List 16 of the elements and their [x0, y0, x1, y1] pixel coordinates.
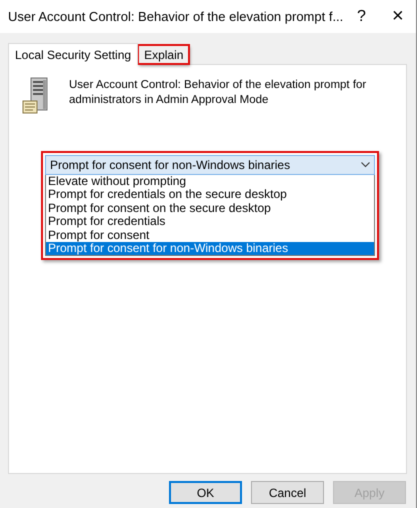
window-title: User Account Control: Behavior of the elevation prompt f... — [8, 9, 344, 24]
close-button[interactable]: × — [380, 5, 416, 28]
dropdown-option[interactable]: Prompt for consent for non-Windows binaries — [46, 242, 374, 256]
dropdown-option[interactable]: Prompt for consent on the secure desktop — [46, 202, 374, 216]
dropdown[interactable]: Prompt for consent for non-Windows binaries — [45, 155, 375, 175]
dropdown-option[interactable]: Elevate without prompting — [46, 175, 374, 188]
dialog-button[interactable]: Cancel — [251, 481, 324, 504]
dropdown-option[interactable]: Prompt for consent — [46, 228, 374, 242]
dropdown-option[interactable]: Prompt for credentials — [46, 215, 374, 229]
tab[interactable]: Explain — [138, 45, 190, 64]
chevron-down-icon — [361, 162, 370, 168]
dropdown-option[interactable]: Prompt for credentials on the secure desktop — [46, 188, 374, 202]
tab[interactable]: Local Security Setting — [8, 43, 138, 65]
dialog-button[interactable]: OK — [169, 481, 242, 504]
policy-description: User Account Control: Behavior of the elevation prompt for administrators in Admin Approval Mode — [69, 78, 368, 108]
help-button[interactable]: ? — [343, 8, 380, 26]
